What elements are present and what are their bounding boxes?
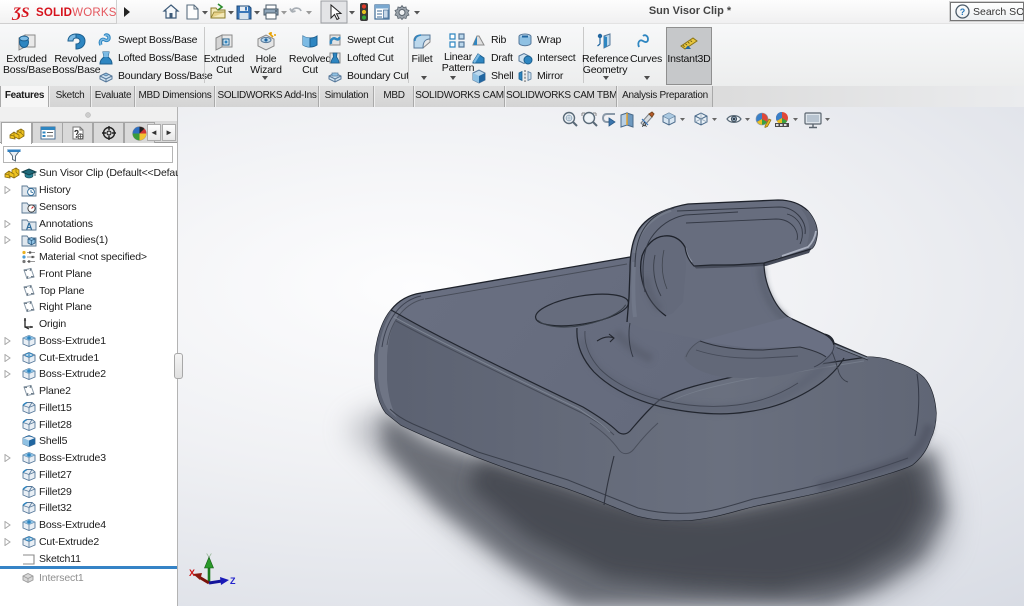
svg-text:Z: Z: [230, 576, 236, 586]
svg-text:X: X: [189, 568, 195, 578]
svg-text:?: ?: [960, 7, 966, 17]
svg-text:SOLIDWORKS: SOLIDWORKS: [36, 7, 117, 19]
svg-text:ƷS: ƷS: [11, 5, 29, 21]
svg-text:A: A: [642, 122, 647, 129]
